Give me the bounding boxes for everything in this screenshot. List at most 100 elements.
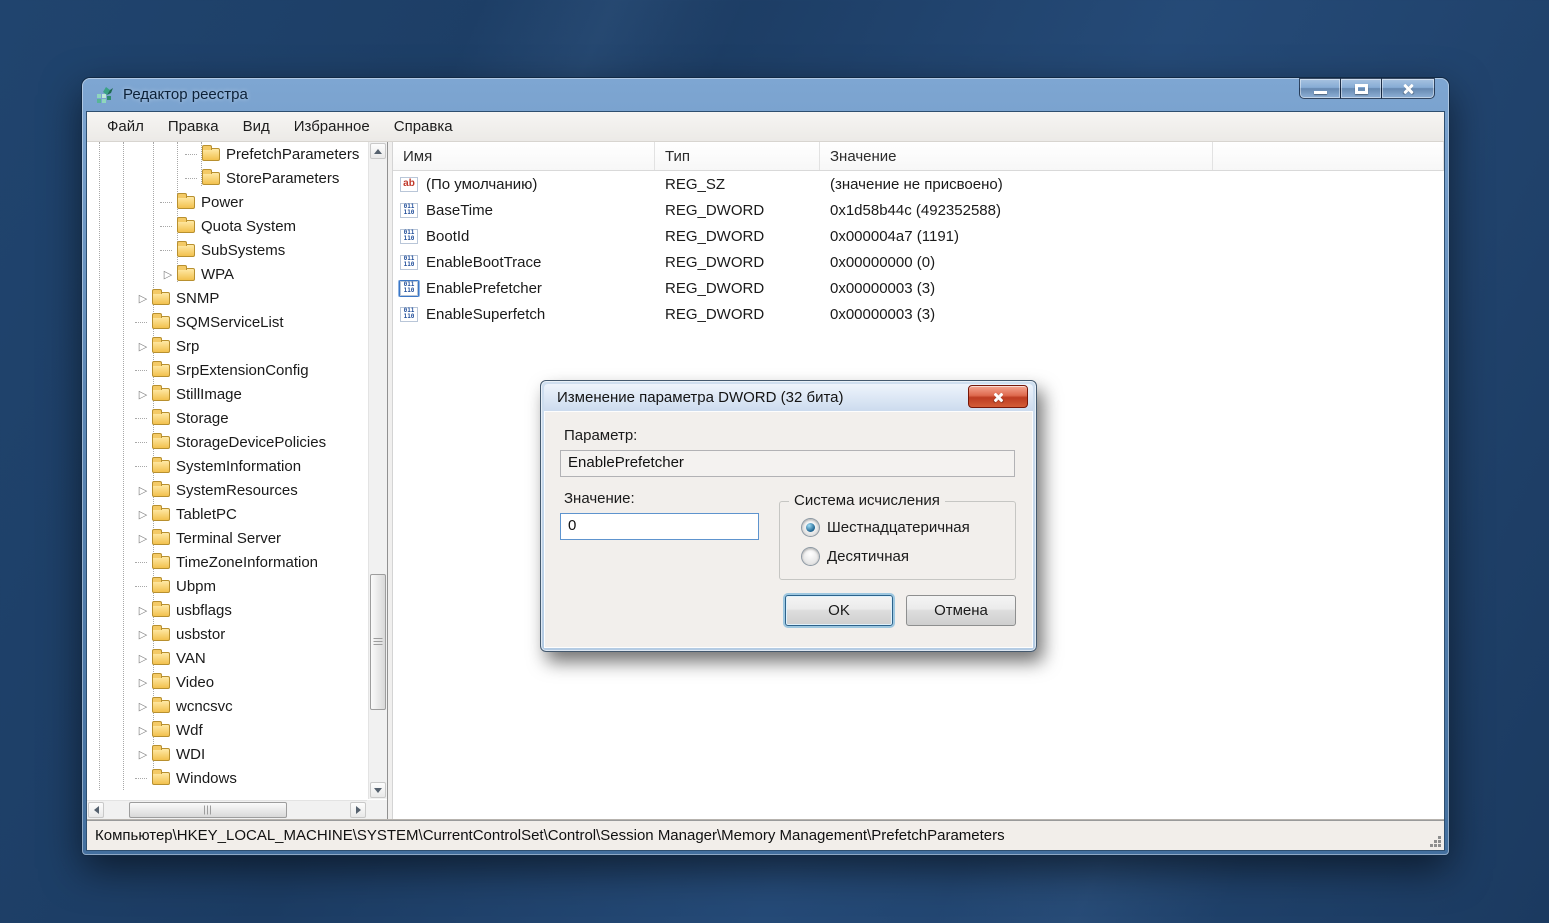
value-icon: ab <box>399 176 419 193</box>
chevron-right-icon[interactable]: ▷ <box>135 628 151 641</box>
registry-value-row-enableboottrace[interactable]: 011 110 EnableBootTrace REG_DWORD 0x00000000… <box>393 249 1444 275</box>
tree-item-systeminformation[interactable]: SystemInformation <box>87 454 367 478</box>
chevron-right-icon[interactable]: ▷ <box>135 652 151 665</box>
value-name-cell: ab (По умолчанию) <box>393 176 655 193</box>
dialog-title: Изменение параметра DWORD (32 бита) <box>557 389 844 406</box>
status-bar: Компьютер\HKEY_LOCAL_MACHINE\SYSTEM\Curr… <box>87 820 1444 850</box>
param-name-field[interactable]: EnablePrefetcher <box>560 450 1015 477</box>
cancel-button[interactable]: Отмена <box>906 595 1016 626</box>
resize-grip-icon[interactable] <box>1428 834 1442 848</box>
tree-connector <box>135 369 147 371</box>
horizontal-scrollbar-thumb[interactable] <box>129 802 287 818</box>
tree-item-terminal-server[interactable]: ▷ Terminal Server <box>87 526 367 550</box>
chevron-right-icon[interactable]: ▷ <box>135 604 151 617</box>
tree-item-usbstor[interactable]: ▷ usbstor <box>87 622 367 646</box>
value-name: EnablePrefetcher <box>426 279 542 297</box>
tree-vertical-scrollbar[interactable] <box>368 142 387 799</box>
ok-button[interactable]: OK <box>785 595 893 626</box>
folder-icon <box>152 312 170 329</box>
title-bar[interactable]: Редактор реестра <box>86 78 1445 111</box>
value-data: 0x1d58b44c (492352588) <box>830 201 1001 219</box>
registry-value-row-default[interactable]: ab (По умолчанию) REG_SZ (значение не присв… <box>393 171 1444 197</box>
column-header-type[interactable]: Тип <box>655 142 820 170</box>
tree-connector <box>135 561 147 563</box>
tree-item-power[interactable]: Power <box>87 190 367 214</box>
chevron-right-icon[interactable]: ▷ <box>135 700 151 713</box>
tree-item-ubpm[interactable]: Ubpm <box>87 574 367 598</box>
registry-value-row-enablesuperfetch[interactable]: 011 110 EnableSuperfetch REG_DWORD 0x0000000… <box>393 301 1444 327</box>
chevron-right-icon[interactable]: ▷ <box>135 748 151 761</box>
folder-icon <box>152 336 170 353</box>
tree-item-srp[interactable]: ▷ Srp <box>87 334 367 358</box>
tree-item-sqmservicelist[interactable]: SQMServiceList <box>87 310 367 334</box>
reg-dword-icon: 011 110 <box>400 280 418 296</box>
menu-bar: Файл Правка Вид Избранное Справка <box>87 112 1444 142</box>
chevron-right-icon[interactable]: ▷ <box>135 724 151 737</box>
chevron-right-icon[interactable]: ▷ <box>160 268 176 281</box>
tree-item-storeparameters[interactable]: StoreParameters <box>87 166 367 190</box>
tree-item-quota-system[interactable]: Quota System <box>87 214 367 238</box>
scroll-down-button[interactable] <box>370 782 386 798</box>
tree-item-storage[interactable]: Storage <box>87 406 367 430</box>
tree-item-label: SNMP <box>176 289 220 307</box>
scroll-up-button[interactable] <box>370 143 386 159</box>
menu-item-favorites[interactable]: Избранное <box>282 114 382 139</box>
registry-value-row-bootid[interactable]: 011 110 BootId REG_DWORD 0x000004a7 (1191) <box>393 223 1444 249</box>
tree-item-prefetchparameters[interactable]: PrefetchParameters <box>87 142 367 166</box>
registry-value-row-basetime[interactable]: 011 110 BaseTime REG_DWORD 0x1d58b44c (49235… <box>393 197 1444 223</box>
tree-item-wdf[interactable]: ▷ Wdf <box>87 718 367 742</box>
tree-item-systemresources[interactable]: ▷ SystemResources <box>87 478 367 502</box>
folder-icon <box>177 264 195 281</box>
selected-value-icon: 011 110 <box>399 279 419 297</box>
tree-item-wdi[interactable]: ▷ WDI <box>87 742 367 766</box>
radio-decimal[interactable]: Десятичная <box>802 548 909 565</box>
registry-value-row-enableprefetcher[interactable]: 011 110 EnablePrefetcher REG_DWORD 0x0000000… <box>393 275 1444 301</box>
menu-item-file[interactable]: Файл <box>95 114 156 139</box>
close-button[interactable] <box>1381 78 1435 99</box>
chevron-right-icon[interactable]: ▷ <box>135 676 151 689</box>
value-input[interactable]: 0 <box>560 513 759 540</box>
menu-item-view[interactable]: Вид <box>231 114 282 139</box>
scroll-left-button[interactable] <box>88 802 104 818</box>
tree-item-windows[interactable]: Windows <box>87 766 367 790</box>
minimize-button[interactable] <box>1299 78 1341 99</box>
tree-item-snmp[interactable]: ▷ SNMP <box>87 286 367 310</box>
tree-item-van[interactable]: ▷ VAN <box>87 646 367 670</box>
maximize-button[interactable] <box>1340 78 1382 99</box>
tree-item-stillimage[interactable]: ▷ StillImage <box>87 382 367 406</box>
tree-item-subsystems[interactable]: SubSystems <box>87 238 367 262</box>
column-header-extra[interactable] <box>1213 142 1444 170</box>
tree-item-wpa[interactable]: ▷ WPA <box>87 262 367 286</box>
chevron-right-icon[interactable]: ▷ <box>135 340 151 353</box>
folder-icon <box>152 672 170 689</box>
chevron-right-icon[interactable]: ▷ <box>135 388 151 401</box>
close-icon <box>1401 82 1415 96</box>
chevron-right-icon[interactable]: ▷ <box>135 484 151 497</box>
chevron-right-icon[interactable]: ▷ <box>135 292 151 305</box>
menu-item-edit[interactable]: Правка <box>156 114 231 139</box>
scroll-right-button[interactable] <box>350 802 366 818</box>
chevron-right-icon[interactable]: ▷ <box>135 532 151 545</box>
column-header-name[interactable]: Имя <box>393 142 655 170</box>
dialog-title-bar[interactable]: Изменение параметра DWORD (32 бита) <box>544 384 1033 411</box>
tree-item-video[interactable]: ▷ Video <box>87 670 367 694</box>
tree-item-usbflags[interactable]: ▷ usbflags <box>87 598 367 622</box>
list-rows: ab (По умолчанию) REG_SZ (значение не присв… <box>393 171 1444 327</box>
tree-item-label: PrefetchParameters <box>226 145 360 163</box>
menu-item-help[interactable]: Справка <box>382 114 465 139</box>
tree-item-label: StillImage <box>176 385 242 403</box>
chevron-right-icon[interactable]: ▷ <box>135 508 151 521</box>
radio-hexadecimal[interactable]: Шестнадцатеричная <box>802 519 970 536</box>
value-data: 0x00000003 (3) <box>830 279 936 297</box>
dialog-close-button[interactable] <box>968 385 1028 408</box>
tree-item-timezoneinformation[interactable]: TimeZoneInformation <box>87 550 367 574</box>
tree-item-wcncsvc[interactable]: ▷ wcncsvc <box>87 694 367 718</box>
tree-horizontal-scrollbar[interactable] <box>87 800 367 819</box>
arrow-left-icon <box>90 806 99 814</box>
tree-guide-line <box>99 142 100 790</box>
tree-item-srpextensionconfig[interactable]: SrpExtensionConfig <box>87 358 367 382</box>
vertical-scrollbar-thumb[interactable] <box>370 574 386 710</box>
tree-item-storagedevicepolicies[interactable]: StorageDevicePolicies <box>87 430 367 454</box>
tree-item-tabletpc[interactable]: ▷ TabletPC <box>87 502 367 526</box>
column-header-value[interactable]: Значение <box>820 142 1213 170</box>
